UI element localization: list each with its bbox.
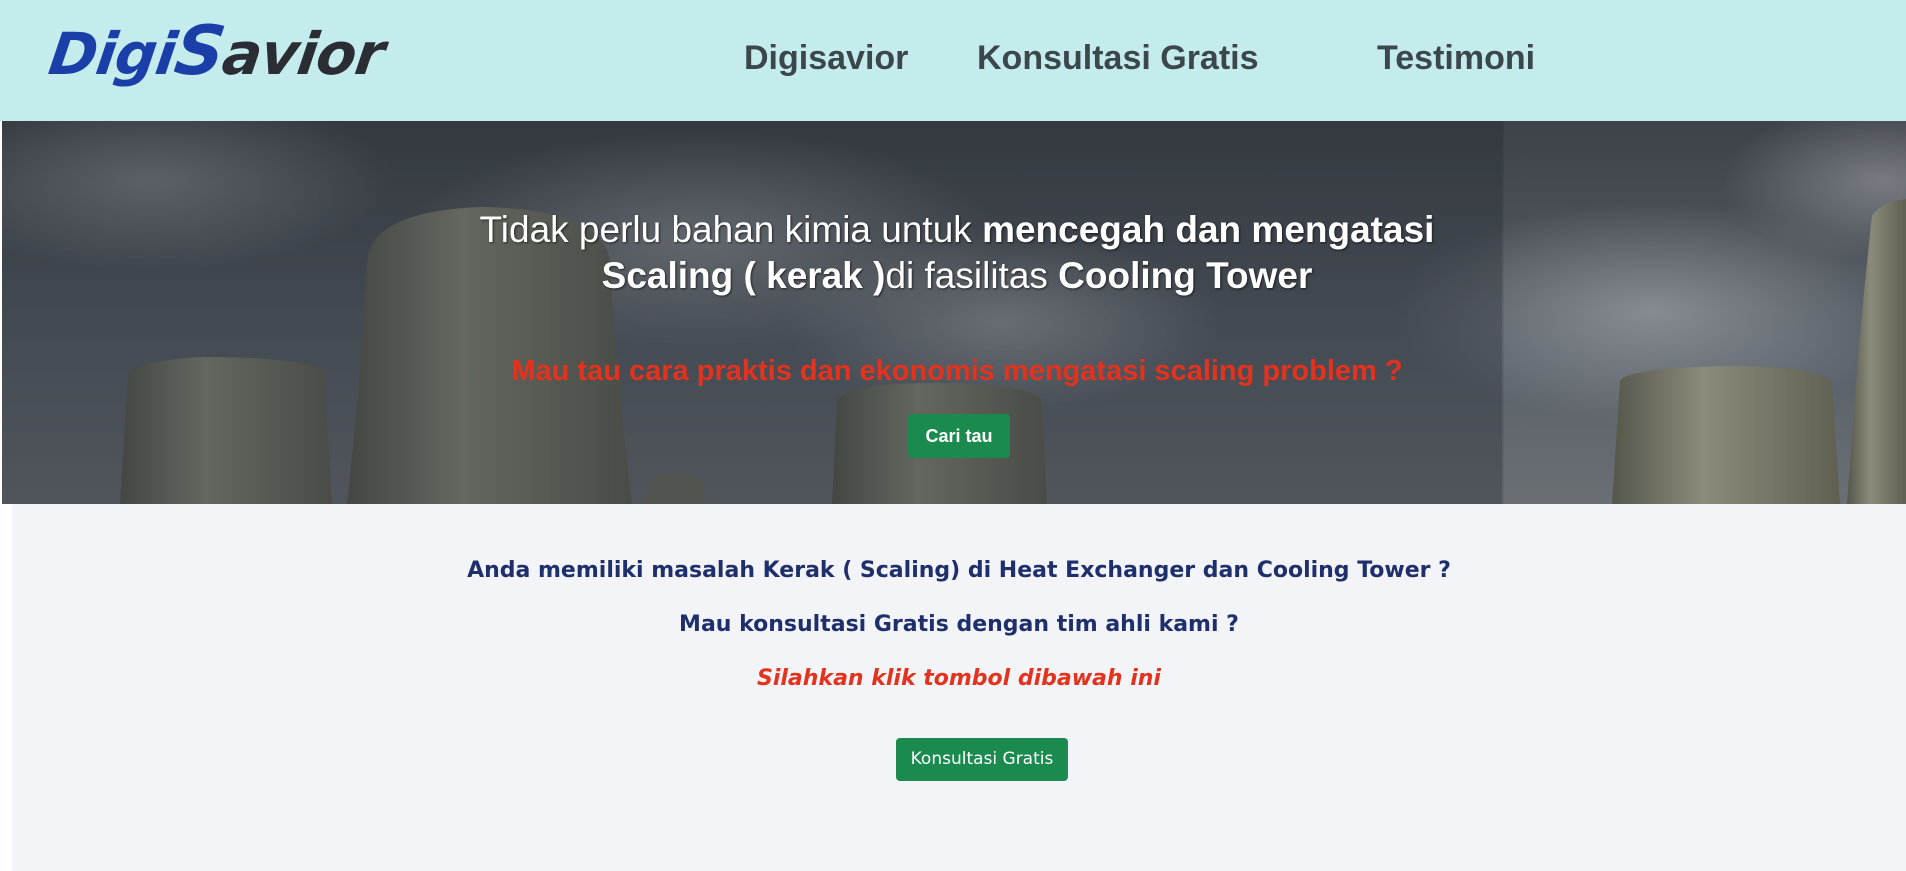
consultation-section: Anda memiliki masalah Kerak ( Scaling) d… xyxy=(12,504,1906,871)
konsultasi-gratis-button[interactable]: Konsultasi Gratis xyxy=(896,738,1068,781)
hero-headline: Tidak perlu bahan kimia untuk mencegah d… xyxy=(382,207,1532,299)
headline-part-4: di fasilitas xyxy=(885,255,1059,296)
site-header: DigiSavior Digisavior Konsultasi Gratis … xyxy=(0,0,1906,121)
nav-link-digisavior[interactable]: Digisavior xyxy=(744,34,908,82)
headline-part-1: Tidak perlu bahan kimia untuk xyxy=(479,209,983,250)
cta-instruction: Silahkan klik tombol dibawah ini xyxy=(757,666,1161,691)
hero-subheadline: Mau tau cara praktis dan ekonomis mengat… xyxy=(511,355,1403,387)
nav-link-konsultasi-gratis[interactable]: Konsultasi Gratis xyxy=(977,34,1259,82)
hero-banner: Tidak perlu bahan kimia untuk mencegah d… xyxy=(2,121,1906,504)
headline-part-2: mencegah dan mengatasi xyxy=(982,209,1435,250)
hero-dark-overlay xyxy=(2,121,1502,504)
main-nav: Digisavior Konsultasi Gratis Testimoni xyxy=(0,34,1906,84)
headline-part-3: Scaling ( kerak ) xyxy=(601,255,886,296)
question-scaling-problem: Anda memiliki masalah Kerak ( Scaling) d… xyxy=(467,558,1451,583)
question-free-consultation: Mau konsultasi Gratis dengan tim ahli ka… xyxy=(679,612,1239,637)
headline-part-5: Cooling Tower xyxy=(1058,255,1313,296)
cari-tau-button[interactable]: Cari tau xyxy=(908,414,1010,458)
nav-link-testimoni[interactable]: Testimoni xyxy=(1377,34,1535,82)
